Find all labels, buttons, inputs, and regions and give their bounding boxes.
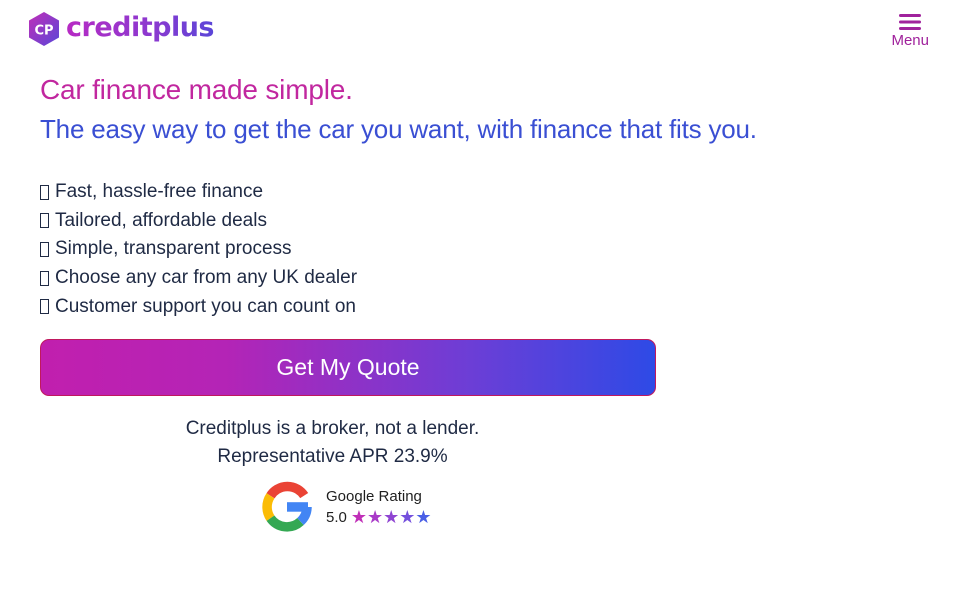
list-item: Fast, hassle-free finance (40, 178, 357, 207)
missing-glyph-icon (40, 270, 49, 286)
rating-score: 5.0 (326, 509, 347, 526)
missing-glyph-icon (40, 299, 49, 315)
benefit-text: Simple, transparent process (55, 238, 292, 260)
star-icon: ★ (350, 506, 367, 528)
star-icon: ★ (399, 506, 416, 528)
page: CP creditplus Menu Car finance made simp… (0, 0, 960, 600)
missing-glyph-icon (40, 241, 49, 257)
star-icon: ★ (367, 506, 384, 528)
subheadline: The easy way to get the car you want, wi… (40, 114, 757, 144)
hamburger-icon (899, 14, 922, 30)
rating-label: Google Rating (326, 487, 422, 505)
menu-label: Menu (891, 32, 929, 49)
broker-disclaimer: Creditplus is a broker, not a lender. (185, 418, 480, 439)
get-quote-button[interactable]: Get My Quote (40, 339, 656, 396)
creditplus-logo[interactable]: CP creditplus (27, 11, 215, 47)
benefit-text: Fast, hassle-free finance (55, 181, 264, 203)
google-rating-badge[interactable]: Google Rating 5.0 ★ ★ ★ ★ ★ (260, 480, 432, 534)
menu-button[interactable]: Menu (891, 13, 929, 49)
list-item: Customer support you can count on (40, 292, 357, 321)
benefit-text: Choose any car from any UK dealer (55, 267, 358, 289)
star-icon: ★ (383, 506, 400, 528)
benefit-text: Customer support you can count on (55, 295, 357, 317)
missing-glyph-icon (40, 213, 49, 229)
headline: Car finance made simple. (40, 74, 353, 105)
rating-text: Google Rating 5.0 ★ ★ ★ ★ ★ (326, 488, 432, 527)
list-item: Choose any car from any UK dealer (40, 264, 357, 293)
rating-row: 5.0 ★ ★ ★ ★ ★ (326, 506, 432, 528)
missing-glyph-icon (40, 184, 49, 200)
representative-apr: Representative APR 23.9% (217, 446, 448, 467)
logo-mark-text: CP (34, 24, 53, 39)
google-logo-icon (262, 481, 312, 532)
benefits-list: Fast, hassle-free finance Tailored, affo… (40, 178, 357, 321)
list-item: Tailored, affordable deals (40, 207, 357, 236)
star-icon: ★ (415, 506, 432, 528)
creditplus-logo-mark-icon: CP (29, 12, 59, 46)
logo-text: creditplus (66, 11, 215, 43)
benefit-text: Tailored, affordable deals (55, 209, 267, 231)
list-item: Simple, transparent process (40, 235, 357, 264)
